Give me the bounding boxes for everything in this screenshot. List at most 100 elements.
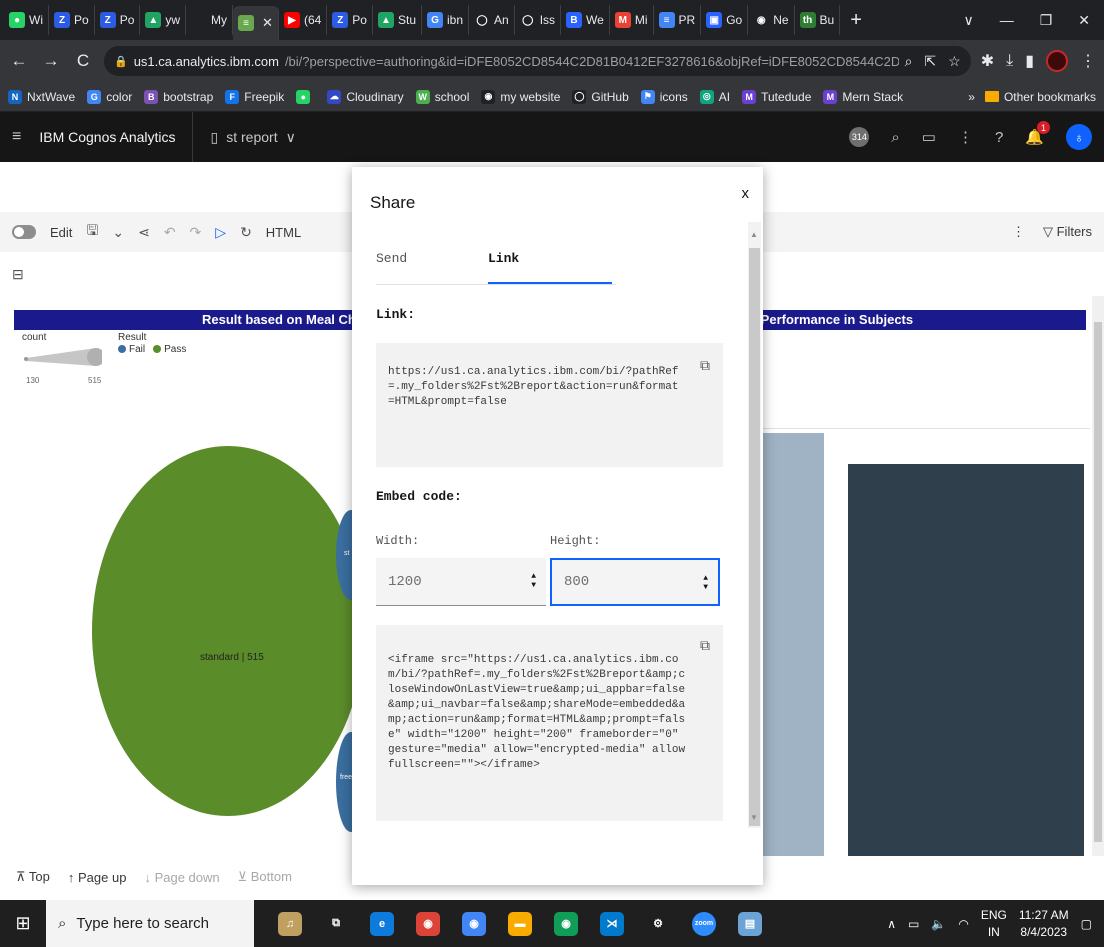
height-input[interactable]: 800 ▲ ▼ — [550, 558, 720, 606]
save-icon[interactable]: 🖫 — [86, 220, 98, 244]
vscode-app-icon[interactable]: ⋊ — [600, 911, 624, 936]
trumpet-app-icon[interactable]: ♫ — [278, 911, 302, 936]
share-page-icon[interactable]: ⇱ — [924, 53, 936, 70]
chrome-app-2-icon[interactable]: ◉ — [462, 911, 486, 936]
bookmarks-more-button[interactable]: » — [968, 90, 975, 104]
scroll-down-icon[interactable]: ▼ — [750, 813, 758, 822]
chrome-app-3-icon[interactable]: ◉ — [554, 911, 578, 936]
canvas-scrollbar[interactable] — [1092, 296, 1104, 856]
edge-app-icon[interactable]: e — [370, 911, 394, 936]
notepad-app-icon[interactable]: ▤ — [738, 911, 762, 936]
bar-series-1[interactable] — [760, 433, 824, 856]
scroll-up-icon[interactable]: ▲ — [750, 230, 758, 239]
restore-icon[interactable]: ❐ — [1040, 12, 1053, 29]
top-button[interactable]: ⊼ Top — [16, 869, 50, 885]
page-down-button[interactable]: ↓ Page down — [144, 870, 219, 885]
tab-link[interactable]: Link — [488, 251, 612, 284]
language-indicator[interactable]: ENG IN — [981, 907, 1007, 939]
tab-search-icon[interactable]: ∨ — [963, 12, 973, 29]
browser-tab[interactable]: ▲ yw — [140, 5, 187, 35]
browser-tab[interactable]: Z Po — [49, 5, 95, 35]
redo-icon[interactable]: ↷ — [190, 224, 202, 241]
height-stepper-icon[interactable]: ▲ ▼ — [703, 574, 708, 592]
undo-icon[interactable]: ↶ — [164, 224, 176, 241]
bookmark-star-icon[interactable]: ☆ — [948, 53, 961, 70]
bookmark-item[interactable]: ◯ GitHub — [572, 89, 629, 104]
user-avatar[interactable]: ♁ — [1066, 124, 1092, 150]
bookmark-item[interactable]: ◉ my website — [481, 89, 560, 104]
page-up-button[interactable]: ↑ Page up — [68, 870, 127, 885]
hamburger-menu-icon[interactable]: ≡ — [12, 128, 21, 146]
back-icon[interactable]: ← — [8, 51, 30, 71]
bookmark-item[interactable]: Bbootstrap — [144, 89, 213, 104]
bookmark-item[interactable]: ☁ Cloudinary — [327, 89, 404, 104]
windows-start-icon[interactable]: ⊞ — [0, 913, 46, 934]
bookmark-item[interactable]: F Freepik — [225, 89, 284, 104]
toolbar-more-icon[interactable]: ⋮ — [1012, 224, 1025, 240]
download-icon[interactable]: ⤓ — [1006, 52, 1013, 70]
bookmark-item[interactable]: M Mern Stack — [823, 89, 903, 104]
reload-icon[interactable]: C — [72, 51, 94, 71]
browser-tab[interactable]: Gibn — [422, 5, 470, 35]
tray-expand-icon[interactable]: ∧ — [887, 917, 896, 931]
browser-tab[interactable]: ▣ Go — [701, 5, 749, 35]
edit-toggle[interactable] — [12, 225, 36, 239]
width-input[interactable]: 1200 ▲ ▼ — [376, 558, 546, 606]
bookmark-item[interactable]: Gcolor — [87, 89, 132, 104]
dialog-scrollbar[interactable]: ▲ ▼ — [748, 222, 761, 828]
extensions-icon[interactable]: ✱ — [981, 51, 994, 71]
usage-badge[interactable]: 314 — [849, 127, 870, 147]
chevron-down-icon[interactable]: ⌄ — [112, 224, 124, 241]
battery-icon[interactable]: ▭ — [908, 917, 919, 931]
taskbar-search[interactable]: ⌕ Type here to search — [46, 900, 254, 947]
browser-tab[interactable]: M Mi — [610, 5, 654, 35]
chrome-app-icon[interactable]: ◉ — [416, 911, 440, 936]
browser-tab[interactable]: Z Po — [327, 5, 373, 35]
bottom-button[interactable]: ⊻ Bottom — [238, 869, 292, 885]
browser-tab[interactable]: ≡ ✕ — [233, 6, 279, 40]
browser-tab[interactable]: ◉ Ne — [748, 5, 795, 35]
link-url-box[interactable]: https://us1.ca.analytics.ibm.com/bi/?pat… — [376, 343, 723, 467]
report-switcher[interactable]: ▯ st report ∨ — [211, 129, 296, 146]
copy-embed-icon[interactable]: ⧉ — [700, 637, 710, 654]
browser-tab[interactable]: ≡ PR — [654, 5, 702, 35]
dialog-scroll-thumb[interactable] — [749, 248, 760, 826]
browser-tab[interactable]: My — [186, 5, 234, 35]
browser-tab[interactable]: ● Wi — [4, 5, 49, 35]
browser-tab[interactable]: ◯ An — [469, 5, 515, 35]
bookmark-item[interactable]: N NxtWave — [8, 89, 75, 104]
browser-tab[interactable]: th Bu — [795, 5, 841, 35]
volume-icon[interactable]: 🔈 — [931, 917, 946, 931]
copy-link-icon[interactable]: ⧉ — [700, 357, 710, 374]
sidebar-icon[interactable]: ▮ — [1025, 51, 1034, 71]
url-bar[interactable]: 🔒 us1.ca.analytics.ibm.com/bi/?perspecti… — [104, 46, 971, 76]
chat-icon[interactable]: ▭ — [922, 128, 936, 146]
browser-tab[interactable]: Z Po — [95, 5, 141, 35]
bookmark-item[interactable]: Wschool — [415, 89, 469, 104]
bubble-standard[interactable] — [92, 446, 364, 816]
run-icon[interactable]: ▷ — [215, 224, 226, 241]
bookmark-item[interactable]: ⚑ icons — [640, 89, 688, 104]
settings-app-icon[interactable]: ⚙ — [646, 911, 670, 936]
width-stepper-icon[interactable]: ▲ ▼ — [531, 572, 536, 590]
refresh-icon[interactable]: ↻ — [240, 224, 252, 241]
browser-tab[interactable]: ◯ Iss — [515, 5, 562, 35]
task-view-icon[interactable]: ⧉ — [324, 911, 348, 936]
minimize-icon[interactable]: — — [1000, 12, 1014, 29]
file-explorer-icon[interactable]: ▬ — [508, 911, 532, 936]
browser-menu-icon[interactable]: ⋮ — [1080, 51, 1096, 71]
clock[interactable]: 11:27 AM 8/4/2023 — [1019, 907, 1069, 939]
browser-tab[interactable]: B We — [561, 5, 610, 35]
more-icon[interactable]: ⋮ — [958, 128, 973, 146]
wifi-icon[interactable]: ◠ — [958, 917, 968, 931]
search-icon[interactable]: ⌕ — [891, 129, 899, 146]
canvas-scroll-thumb[interactable] — [1094, 322, 1102, 842]
filters-button[interactable]: ▽ Filters — [1043, 224, 1092, 240]
other-bookmarks-folder[interactable]: Other bookmarks — [984, 90, 1096, 104]
bar-series-2[interactable] — [848, 464, 1084, 856]
data-panel-icon[interactable]: ⊟ — [12, 266, 24, 283]
browser-tab[interactable]: ▲ Stu — [373, 5, 422, 35]
tab-close-icon[interactable]: ✕ — [262, 15, 273, 31]
zoom-app-icon[interactable]: zoom — [692, 911, 716, 936]
bookmark-item[interactable]: M Tutedude — [742, 89, 811, 104]
